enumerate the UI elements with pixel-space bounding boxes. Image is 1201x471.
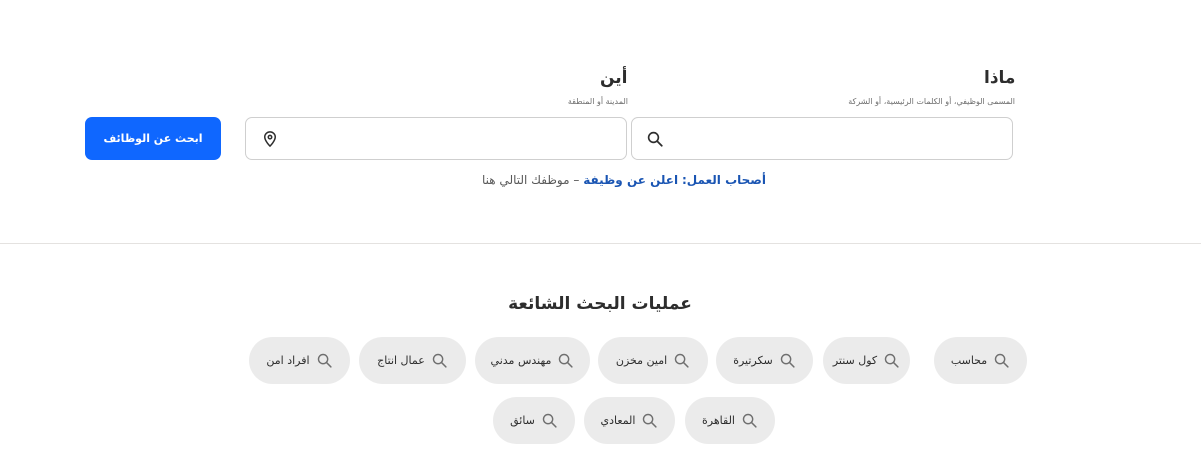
section-divider xyxy=(0,243,1201,244)
popular-search-label: القاهرة xyxy=(702,414,735,427)
what-label: ماذا xyxy=(984,68,1016,88)
what-input[interactable] xyxy=(632,118,1012,159)
popular-search-label: سكرتيرة xyxy=(733,354,773,367)
where-label: أين xyxy=(600,68,628,88)
popular-search-pill[interactable]: محاسب xyxy=(934,337,1027,384)
popular-search-pill[interactable]: امين مخزن xyxy=(598,337,708,384)
search-icon xyxy=(884,353,899,368)
search-icon xyxy=(317,353,332,368)
search-icon xyxy=(647,131,663,147)
employers-suffix: – موظفك التالي هنا xyxy=(482,173,580,187)
popular-search-pill[interactable]: كول سنتر xyxy=(823,337,910,384)
where-input[interactable] xyxy=(246,118,626,159)
what-input-box[interactable] xyxy=(631,117,1013,160)
popular-search-pill[interactable]: سكرتيرة xyxy=(716,337,813,384)
popular-search-label: مهندس مدني xyxy=(490,354,552,367)
employers-prefix: أصحاب العمل: xyxy=(681,173,766,187)
popular-search-pill[interactable]: المعادي xyxy=(584,397,675,444)
where-hint: المدينة أو المنطقة xyxy=(567,97,628,106)
search-icon xyxy=(994,353,1009,368)
search-icon xyxy=(559,353,574,368)
popular-search-pill[interactable]: سائق xyxy=(493,397,575,444)
popular-search-label: عمال انتاج xyxy=(377,354,425,367)
search-icon xyxy=(432,353,447,368)
popular-search-pill[interactable]: عمال انتاج xyxy=(359,337,466,384)
popular-search-label: محاسب xyxy=(950,354,988,367)
search-icon xyxy=(542,413,557,428)
popular-search-pill[interactable]: افراد امن xyxy=(249,337,350,384)
find-jobs-button[interactable]: ابحث عن الوظائف xyxy=(85,117,221,160)
popular-searches-title: عمليات البحث الشائعة xyxy=(508,294,692,314)
popular-search-label: المعادي xyxy=(600,414,636,427)
job-search-page: ماذا المسمى الوظيفي، أو الكلمات الرئيسية… xyxy=(0,0,1201,471)
employers-line: أصحاب العمل: اعلن عن وظيفة – موظفك التال… xyxy=(470,173,766,187)
popular-search-label: كول سنتر xyxy=(832,354,878,367)
map-pin-icon xyxy=(263,131,277,148)
what-hint: المسمى الوظيفي، أو الكلمات الرئيسية، أو … xyxy=(848,97,1015,106)
search-icon xyxy=(674,353,689,368)
popular-search-label: امين مخزن xyxy=(615,354,668,367)
search-icon xyxy=(780,353,795,368)
popular-search-label: افراد امن xyxy=(266,354,310,367)
search-icon xyxy=(643,413,658,428)
search-icon xyxy=(742,413,757,428)
post-job-link[interactable]: اعلن عن وظيفة xyxy=(583,173,678,187)
popular-search-pill[interactable]: القاهرة xyxy=(685,397,775,444)
popular-search-label: سائق xyxy=(510,414,535,427)
where-input-box[interactable] xyxy=(245,117,627,160)
popular-search-pill[interactable]: مهندس مدني xyxy=(475,337,590,384)
